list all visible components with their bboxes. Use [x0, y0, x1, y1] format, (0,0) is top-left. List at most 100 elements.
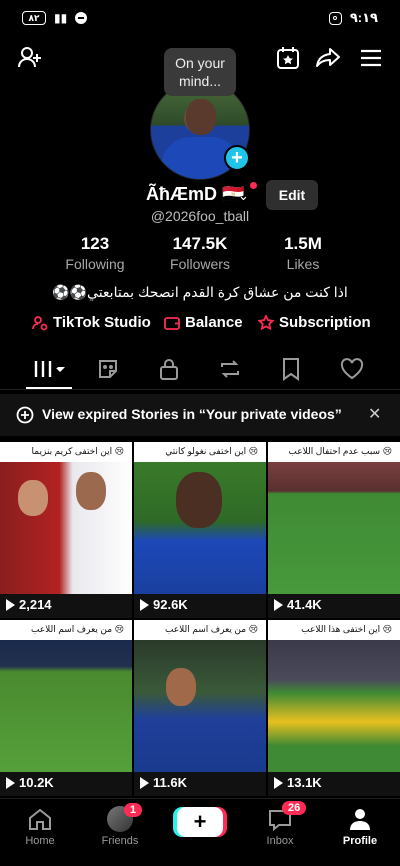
video-thumbnail — [134, 640, 266, 772]
video-tile[interactable]: 😢 اين اختفى هذا اللاعب 13.1K — [268, 620, 400, 796]
profile-stats: 123 Following 147.5K Followers 1.5M Like… — [0, 234, 400, 274]
wallet-icon — [164, 316, 180, 330]
subscription-link[interactable]: Subscription — [258, 314, 371, 331]
tab-private[interactable] — [149, 356, 189, 382]
stat-label: Likes — [286, 256, 320, 272]
edit-profile-label: Edit — [278, 187, 306, 203]
stat-value: 123 — [80, 234, 110, 253]
play-icon — [6, 598, 15, 611]
nav-label: Home — [25, 835, 55, 847]
view-count-text: 41.4K — [287, 597, 322, 612]
view-count-text: 10.2K — [19, 775, 54, 790]
share-icon[interactable] — [314, 44, 342, 72]
close-icon[interactable]: ✕ — [368, 404, 381, 424]
heart-icon — [340, 358, 364, 380]
stat-value: 1.5M — [284, 234, 322, 253]
nav-home[interactable]: Home — [0, 805, 80, 847]
nav-label: Friends — [101, 835, 139, 847]
status-bubble[interactable]: On your mind... — [164, 48, 236, 96]
stat-label: Followers — [170, 256, 230, 272]
nav-friends[interactable]: Friends 1 — [80, 803, 160, 847]
tab-stickers[interactable] — [88, 356, 128, 382]
grid-icon — [34, 361, 65, 377]
instagram-icon — [328, 11, 342, 25]
stat-label: Following — [65, 256, 125, 272]
view-count-text: 2,214 — [19, 597, 52, 612]
calendar-star-icon[interactable] — [274, 44, 302, 72]
clock: ٩:١٩ — [349, 10, 378, 25]
video-tile[interactable]: 😢 من يعرف اسم اللاعب 11.6K — [134, 620, 266, 796]
chevron-down-icon[interactable]: ⌄ — [238, 188, 249, 204]
play-icon — [140, 598, 149, 611]
video-caption: 😢 من يعرف اسم اللاعب — [134, 620, 266, 640]
profile-links: TikTok Studio Balance Subscription — [0, 314, 400, 338]
add-story-icon — [16, 406, 34, 424]
star-badge-icon — [258, 314, 274, 330]
view-count-text: 92.6K — [153, 597, 188, 612]
bottom-nav: Home Friends 1 + Inbox 26 Profile — [0, 798, 400, 866]
tiktok-studio-link[interactable]: TikTok Studio — [32, 314, 151, 331]
stat-likes[interactable]: 1.5M Likes — [248, 234, 358, 272]
link-label: Balance — [185, 314, 243, 331]
view-count-text: 13.1K — [287, 775, 322, 790]
active-tab-indicator — [26, 387, 72, 389]
play-icon — [274, 776, 283, 789]
inbox-badge: 26 — [282, 801, 307, 815]
add-story-button[interactable]: + — [224, 145, 250, 171]
video-caption: 😢 اين اختفى هذا اللاعب — [268, 620, 400, 640]
view-count: 11.6K — [140, 775, 187, 790]
add-friend-icon[interactable] — [16, 44, 44, 72]
video-caption: 😢 من يعرف اسم اللاعب — [0, 620, 132, 640]
video-caption: 😢 اين اختفى نغولو كانتي — [134, 442, 266, 462]
stat-followers[interactable]: 147.5K Followers — [145, 234, 255, 272]
video-tile[interactable]: 😢 من يعرف اسم اللاعب 10.2K — [0, 620, 132, 796]
tab-liked[interactable] — [332, 356, 372, 382]
view-count: 2,214 — [6, 597, 52, 612]
sticker-icon — [99, 360, 117, 378]
tab-favorites[interactable] — [271, 356, 311, 382]
display-name: ÃħÆmD 🇪🇬 — [146, 184, 245, 204]
video-caption: 😢 اين اختفى كريم بنزيما — [0, 442, 132, 462]
nav-inbox[interactable]: Inbox 26 — [240, 801, 320, 847]
video-thumbnail — [268, 640, 400, 772]
video-tile[interactable]: 😢 اين اختفى كريم بنزيما 2,214 — [0, 442, 132, 618]
content-tabs — [0, 350, 400, 390]
menu-icon[interactable] — [357, 44, 385, 72]
nav-label: Inbox — [266, 835, 294, 847]
status-bar: ٨٢ ▮▮ ٩:١٩ — [0, 0, 400, 36]
view-count: 10.2K — [6, 775, 54, 790]
edit-profile-button[interactable]: Edit — [266, 180, 318, 210]
view-count: 13.1K — [274, 775, 322, 790]
status-bubble-text: On your mind... — [175, 55, 225, 89]
lock-icon — [160, 359, 178, 380]
link-label: TikTok Studio — [53, 314, 151, 331]
play-icon — [274, 598, 283, 611]
nav-label: Profile — [342, 835, 378, 847]
notification-dot — [250, 182, 257, 189]
tab-reposts[interactable] — [210, 356, 250, 382]
video-thumbnail — [0, 640, 132, 772]
username: @2026foo_tball — [150, 208, 250, 224]
signal-icon: ▮▮ — [54, 11, 68, 25]
video-tile[interactable]: 😢 اين اختفى نغولو كانتي 92.6K — [134, 442, 266, 618]
profile-icon — [350, 809, 370, 830]
view-count-text: 11.6K — [153, 775, 187, 790]
bookmark-icon — [283, 358, 299, 381]
view-count: 92.6K — [140, 597, 188, 612]
repost-icon — [221, 360, 239, 378]
link-label: Subscription — [279, 314, 371, 331]
expired-stories-banner[interactable]: View expired Stories in “Your private vi… — [0, 394, 400, 436]
stat-following[interactable]: 123 Following — [40, 234, 150, 272]
video-caption: 😢 سبب عدم احتفال اللاعب — [268, 442, 400, 462]
battery-level: ٨٢ — [28, 12, 40, 23]
battery-icon: ٨٢ — [22, 11, 46, 25]
stat-value: 147.5K — [172, 234, 228, 253]
home-icon — [29, 808, 51, 830]
tab-videos[interactable] — [30, 356, 70, 382]
video-tile[interactable]: 😢 سبب عدم احتفال اللاعب 41.4K — [268, 442, 400, 618]
create-button[interactable]: + — [177, 807, 223, 837]
video-thumbnail — [268, 462, 400, 594]
play-icon — [6, 776, 15, 789]
nav-profile[interactable]: Profile — [320, 805, 400, 847]
balance-link[interactable]: Balance — [164, 314, 243, 331]
